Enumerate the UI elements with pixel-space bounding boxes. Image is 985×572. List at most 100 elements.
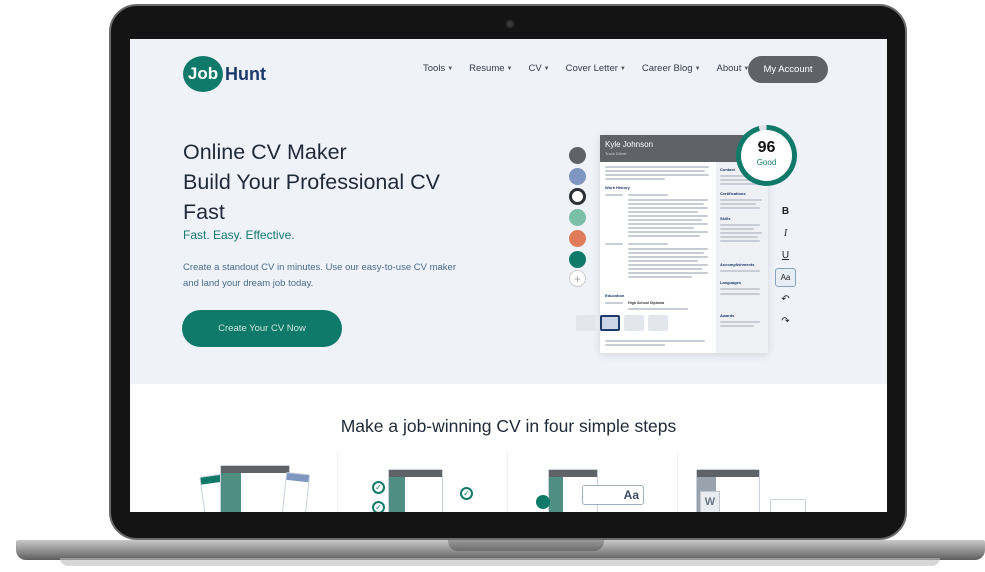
color-swatch[interactable] [569, 168, 586, 185]
text-line [628, 308, 688, 310]
layout-option-selected[interactable] [600, 315, 620, 331]
text-line [720, 199, 762, 201]
work-history-heading: Work History [605, 185, 630, 190]
check-icon: ✓ [460, 487, 473, 500]
color-swatch[interactable] [569, 251, 586, 268]
text-line [628, 207, 708, 209]
nav-item-resume[interactable]: Resume ▼ [469, 63, 512, 74]
text-line [628, 276, 692, 278]
doc-header [389, 470, 442, 477]
doc-thumbnail [220, 465, 290, 512]
divider [677, 452, 678, 512]
nav-label: Resume [469, 63, 505, 74]
nav-item-cv[interactable]: CV ▼ [528, 63, 549, 74]
color-swatch[interactable] [569, 209, 586, 226]
text-line [628, 211, 698, 213]
hero-title: Online CV Maker Build Your Professional … [183, 137, 503, 227]
text-line [628, 272, 708, 274]
languages-heading: Languages [720, 280, 742, 285]
step-4-illustration: W [696, 465, 806, 512]
nav-label: Tools [423, 63, 446, 74]
my-account-button[interactable]: My Account [748, 56, 828, 83]
chevron-down-icon: ▼ [506, 65, 513, 72]
doc-header [221, 466, 289, 473]
score-inner: 96 Good [741, 130, 792, 181]
steps-heading: Make a job-winning CV in four simple ste… [340, 416, 677, 436]
text-line [628, 260, 698, 262]
bold-icon[interactable]: B [775, 202, 796, 221]
education-heading: Education [605, 293, 625, 298]
hero-title-line: Build Your Professional CV [183, 170, 440, 194]
color-swatch[interactable] [569, 147, 586, 164]
text-line [605, 344, 665, 346]
laptop-base [16, 540, 985, 560]
undo-icon[interactable]: ↶ [775, 290, 796, 309]
nav-item-career-blog[interactable]: Career Blog ▼ [642, 63, 701, 74]
text-line [628, 194, 668, 196]
text-line [628, 235, 700, 237]
text-line [628, 223, 708, 225]
doc-sidebar [221, 473, 242, 512]
text-line [628, 264, 708, 266]
text-line [720, 293, 760, 295]
logo-mark: Job [183, 56, 223, 92]
text-line [628, 215, 708, 217]
text-line [720, 321, 760, 323]
nav-label: Career Blog [641, 63, 693, 74]
text-line [720, 270, 760, 272]
word-file-icon: W [700, 491, 720, 512]
formatting-toolbar: B I U Aa ↶ ↷ [775, 202, 796, 334]
text-line [720, 207, 760, 209]
layout-chooser [576, 315, 668, 331]
laptop-shadow [60, 558, 940, 566]
layout-option[interactable] [624, 315, 644, 331]
divider [337, 452, 338, 512]
color-swatch[interactable] [569, 230, 586, 247]
logo[interactable]: Job Hunt [183, 56, 266, 92]
redo-icon[interactable]: ↷ [775, 312, 796, 331]
underline-icon[interactable]: U [775, 246, 796, 265]
italic-icon[interactable]: I [775, 224, 796, 243]
doc-thumbnail [388, 469, 443, 512]
font-picker-icon: Aa [582, 485, 644, 505]
text-line [628, 256, 708, 258]
layout-option[interactable] [648, 315, 668, 331]
text-line [628, 203, 704, 205]
screen: Job Hunt Tools ▼ Resume ▼ CV ▼ Cover Letter… [130, 39, 887, 512]
text-line [628, 268, 702, 270]
contact-heading: Contact [720, 167, 735, 172]
chevron-down-icon: ▼ [543, 65, 550, 72]
resume-role: Truck Driver [605, 151, 627, 156]
step-3-illustration: Aa [534, 465, 644, 512]
spellcheck-icon[interactable]: Aa [775, 268, 796, 287]
add-color-icon[interactable]: + [569, 270, 586, 287]
doc-thumbnail [281, 471, 311, 512]
nav-label: About [716, 63, 742, 74]
text-line [628, 219, 702, 221]
text-line [605, 170, 705, 172]
text-line [720, 288, 760, 290]
create-cv-button[interactable]: Create Your CV Now [182, 310, 342, 347]
text-line [605, 166, 709, 168]
nav-item-cover-letter[interactable]: Cover Letter ▼ [566, 63, 626, 74]
nav-item-tools[interactable]: Tools ▼ [423, 63, 453, 74]
text-line [628, 248, 708, 250]
layout-option[interactable] [576, 315, 596, 331]
chevron-down-icon: ▼ [619, 65, 626, 72]
color-swatch-selected[interactable] [569, 188, 586, 205]
nav-label: Cover Letter [565, 63, 618, 74]
divider [507, 452, 508, 512]
text-line [720, 224, 760, 226]
hero-description: Create a standout CV in minutes. Use our… [183, 262, 456, 289]
text-line [605, 302, 623, 304]
doc-thumbnail [770, 499, 806, 512]
nav-item-about[interactable]: About ▼ [717, 63, 750, 74]
accomplishments-heading: Accomplishments [720, 262, 755, 267]
resume-name: Kyle Johnson [605, 140, 654, 149]
text-line [720, 228, 754, 230]
doc-sidebar [549, 477, 564, 512]
text-line [720, 240, 760, 242]
text-line [720, 325, 754, 327]
step-2-illustration: ✓ ✓ ✓ [370, 465, 480, 512]
text-line [628, 243, 668, 245]
